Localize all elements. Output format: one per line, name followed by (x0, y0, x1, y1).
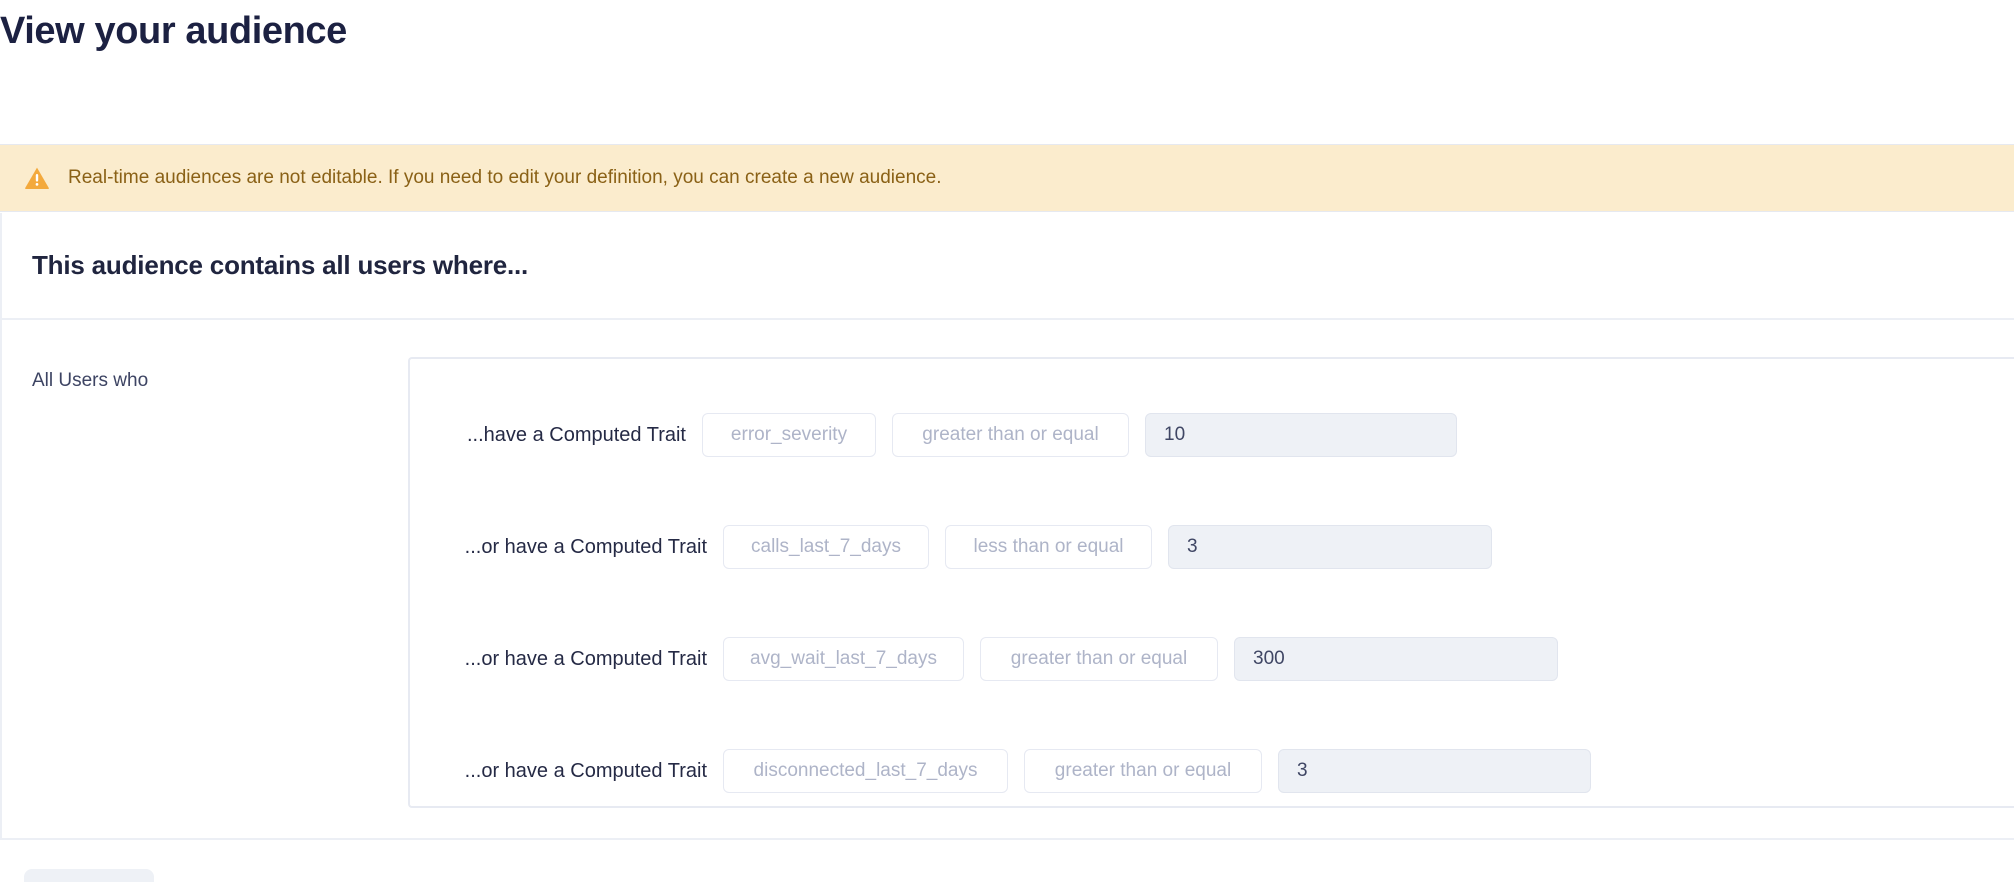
operator-select[interactable]: greater than or equal (892, 413, 1129, 457)
condition-row: ...or have a Computed Trait disconnected… (410, 715, 2014, 827)
condition-connector-label: ...or have a Computed Trait (464, 535, 707, 558)
value-input[interactable]: 3 (1278, 749, 1591, 793)
section-heading: This audience contains all users where..… (32, 250, 529, 280)
operator-select[interactable]: greater than or equal (1024, 749, 1262, 793)
bottom-action-button[interactable] (24, 869, 154, 882)
warning-triangle-icon (25, 167, 49, 189)
page-title: View your audience (0, 10, 347, 52)
trait-select[interactable]: error_severity (702, 413, 876, 457)
operator-select[interactable]: less than or equal (945, 525, 1152, 569)
condition-row: ...or have a Computed Trait calls_last_7… (410, 491, 2014, 603)
real-time-warning-banner: Real-time audiences are not editable. If… (0, 144, 2014, 212)
value-input[interactable]: 10 (1145, 413, 1457, 457)
operator-select[interactable]: greater than or equal (980, 637, 1218, 681)
conditions-card: ...have a Computed Trait error_severity … (408, 357, 2014, 808)
value-input[interactable]: 300 (1234, 637, 1558, 681)
condition-connector-label: ...or have a Computed Trait (464, 759, 707, 782)
value-input[interactable]: 3 (1168, 525, 1492, 569)
audience-view-page: View your audience Real-time audiences a… (0, 0, 2014, 882)
condition-connector-label: ...have a Computed Trait (466, 423, 686, 446)
condition-row: ...or have a Computed Trait avg_wait_las… (410, 603, 2014, 715)
section-header: This audience contains all users where..… (0, 213, 2014, 320)
bottom-action-bar (0, 840, 2014, 882)
trait-select[interactable]: calls_last_7_days (723, 525, 929, 569)
audience-condition-builder: All Users who ...have a Computed Trait e… (0, 320, 2014, 840)
audience-scope-label: All Users who (32, 370, 149, 391)
trait-select[interactable]: avg_wait_last_7_days (723, 637, 964, 681)
condition-row: ...have a Computed Trait error_severity … (410, 379, 2014, 491)
banner-message: Real-time audiences are not editable. If… (68, 167, 942, 188)
trait-select[interactable]: disconnected_last_7_days (723, 749, 1008, 793)
condition-connector-label: ...or have a Computed Trait (464, 647, 707, 670)
